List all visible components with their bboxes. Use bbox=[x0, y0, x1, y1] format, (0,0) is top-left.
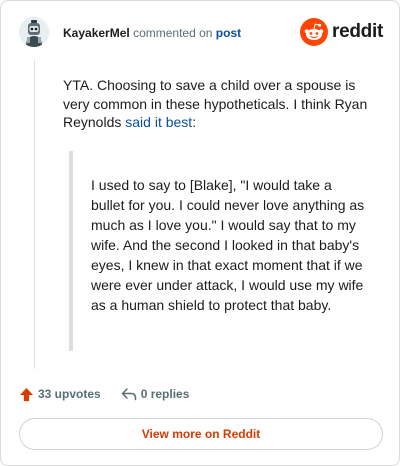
said-it-best-link[interactable]: said it best bbox=[125, 114, 192, 130]
thread-line[interactable] bbox=[34, 59, 35, 369]
commented-on-text: commented on bbox=[133, 26, 213, 40]
post-link[interactable]: post bbox=[216, 26, 241, 40]
comment-header: KayakerMel commented on post reddit bbox=[19, 17, 383, 51]
upvote-button[interactable]: 33 upvotes bbox=[19, 387, 101, 402]
reply-count: 0 replies bbox=[140, 387, 190, 401]
comment-body: YTA. Choosing to save a child over a spo… bbox=[63, 76, 383, 132]
comment-byline: KayakerMel commented on post bbox=[63, 26, 241, 40]
reply-arrow-icon bbox=[121, 388, 136, 401]
reddit-wordmark: reddit bbox=[332, 21, 383, 42]
username-link[interactable]: KayakerMel bbox=[63, 26, 130, 40]
user-avatar-icon bbox=[19, 17, 49, 47]
reddit-logo-icon bbox=[300, 18, 329, 46]
comment-actions: 33 upvotes 0 replies bbox=[19, 385, 189, 403]
blockquote-text: I used to say to [Blake], "I would take … bbox=[91, 177, 365, 313]
upvote-count: 33 upvotes bbox=[38, 387, 101, 401]
view-more-button[interactable]: View more on Reddit bbox=[19, 418, 383, 450]
comment-embed-card: KayakerMel commented on post reddit YTA.… bbox=[0, 0, 400, 466]
reddit-brand-link[interactable]: reddit bbox=[300, 18, 383, 46]
replies-button[interactable]: 0 replies bbox=[121, 387, 190, 401]
comment-body-colon: : bbox=[192, 114, 197, 131]
avatar[interactable] bbox=[19, 17, 49, 47]
upvote-arrow-icon bbox=[19, 387, 34, 401]
blockquote: I used to say to [Blake], "I would take … bbox=[69, 151, 369, 351]
comment-body-text: YTA. Choosing to save a child over a spo… bbox=[63, 77, 368, 131]
